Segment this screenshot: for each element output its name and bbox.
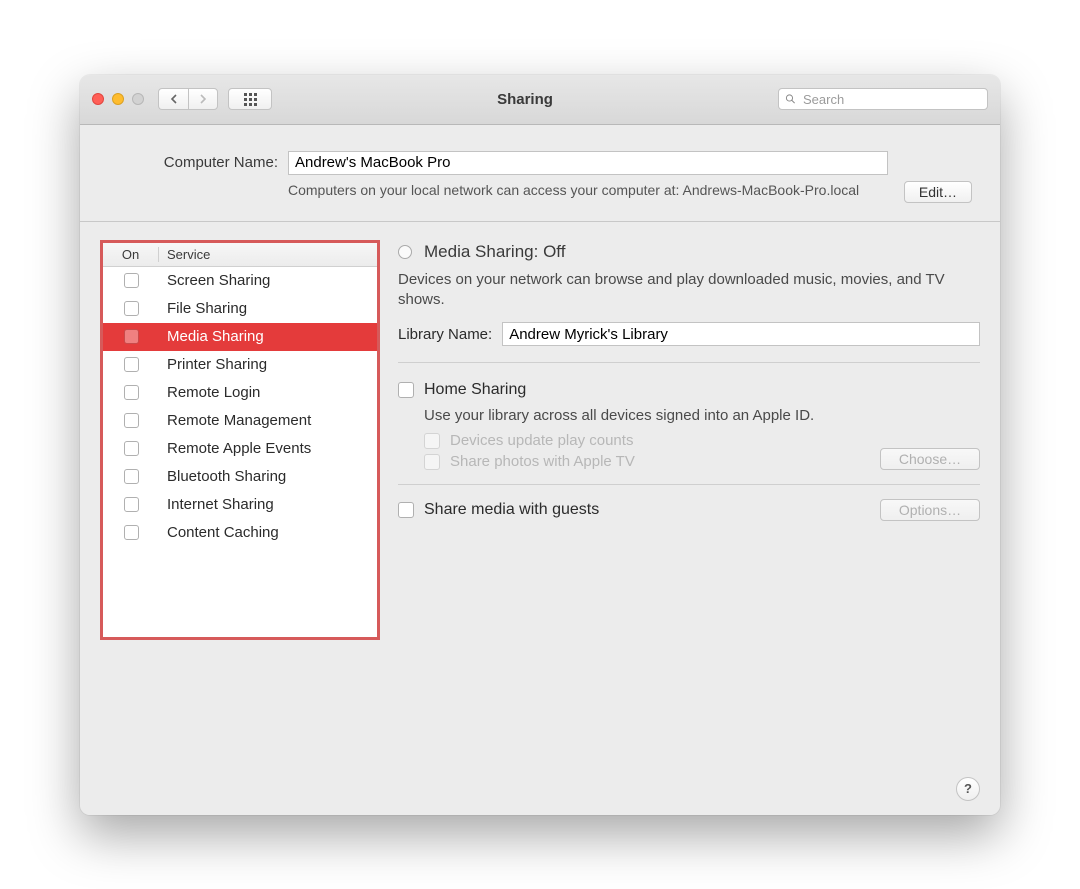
checkbox[interactable] <box>124 385 139 400</box>
home-sharing-label: Home Sharing <box>424 381 526 399</box>
service-remote-management[interactable]: Remote Management <box>103 407 377 435</box>
separator <box>398 362 980 363</box>
choose-button: Choose… <box>880 448 980 470</box>
service-internet-sharing[interactable]: Internet Sharing <box>103 491 377 519</box>
checkbox[interactable] <box>124 329 139 344</box>
sharing-body: On Service Screen Sharing File Sharing M… <box>80 222 1000 815</box>
home-sharing-checkbox[interactable] <box>398 382 414 398</box>
share-guests-label: Share media with guests <box>424 501 599 519</box>
help-button[interactable]: ? <box>956 777 980 801</box>
forward-button[interactable] <box>188 88 218 110</box>
library-name-input[interactable] <box>502 322 980 346</box>
show-all-button[interactable] <box>228 88 272 110</box>
computer-name-label: Computer Name: <box>108 154 278 171</box>
computer-name-description: Computers on your local network can acce… <box>288 181 884 200</box>
computer-name-input[interactable] <box>288 151 888 175</box>
status-description: Devices on your network can browse and p… <box>398 270 980 311</box>
column-service: Service <box>159 247 210 262</box>
services-table: On Service Screen Sharing File Sharing M… <box>100 240 380 640</box>
service-content-caching[interactable]: Content Caching <box>103 519 377 547</box>
search-input[interactable] <box>801 91 981 108</box>
service-media-sharing[interactable]: Media Sharing <box>103 323 377 351</box>
play-counts-label: Devices update play counts <box>450 432 633 449</box>
service-label: Media Sharing <box>159 328 264 345</box>
service-label: Content Caching <box>159 524 279 541</box>
minimize-window-icon[interactable] <box>112 93 124 105</box>
search-field[interactable] <box>778 88 988 110</box>
service-bluetooth-sharing[interactable]: Bluetooth Sharing <box>103 463 377 491</box>
separator <box>398 484 980 485</box>
service-label: Bluetooth Sharing <box>159 468 286 485</box>
services-header: On Service <box>103 243 377 267</box>
search-icon <box>785 93 796 105</box>
service-printer-sharing[interactable]: Printer Sharing <box>103 351 377 379</box>
grid-icon <box>244 93 257 106</box>
sharing-preferences-window: Sharing Computer Name: Computers on your… <box>80 75 1000 815</box>
chevron-left-icon <box>169 94 179 104</box>
service-file-sharing[interactable]: File Sharing <box>103 295 377 323</box>
checkbox[interactable] <box>124 301 139 316</box>
checkbox[interactable] <box>124 469 139 484</box>
nav-buttons <box>158 88 218 110</box>
service-label: Remote Apple Events <box>159 440 311 457</box>
options-button: Options… <box>880 499 980 521</box>
service-label: Remote Management <box>159 412 311 429</box>
service-label: File Sharing <box>159 300 247 317</box>
checkbox[interactable] <box>124 441 139 456</box>
chevron-right-icon <box>198 94 208 104</box>
services-list: Screen Sharing File Sharing Media Sharin… <box>103 267 377 637</box>
checkbox[interactable] <box>124 497 139 512</box>
column-on: On <box>103 247 159 262</box>
titlebar: Sharing <box>80 75 1000 125</box>
service-label: Internet Sharing <box>159 496 274 513</box>
back-button[interactable] <box>158 88 188 110</box>
library-name-label: Library Name: <box>398 326 492 343</box>
service-screen-sharing[interactable]: Screen Sharing <box>103 267 377 295</box>
zoom-window-icon <box>132 93 144 105</box>
checkbox[interactable] <box>124 357 139 372</box>
service-label: Remote Login <box>159 384 260 401</box>
status-indicator-icon <box>398 245 412 259</box>
service-label: Printer Sharing <box>159 356 267 373</box>
play-counts-checkbox <box>424 433 440 449</box>
close-window-icon[interactable] <box>92 93 104 105</box>
service-remote-login[interactable]: Remote Login <box>103 379 377 407</box>
checkbox[interactable] <box>124 525 139 540</box>
service-remote-apple-events[interactable]: Remote Apple Events <box>103 435 377 463</box>
service-label: Screen Sharing <box>159 272 270 289</box>
computer-name-section: Computer Name: Computers on your local n… <box>80 125 1000 222</box>
share-guests-checkbox[interactable] <box>398 502 414 518</box>
service-details: Media Sharing: Off Devices on your netwo… <box>398 240 980 795</box>
edit-hostname-button[interactable]: Edit… <box>904 181 972 203</box>
status-label: Media Sharing: Off <box>424 242 565 262</box>
checkbox[interactable] <box>124 413 139 428</box>
window-title: Sharing <box>282 91 768 108</box>
checkbox[interactable] <box>124 273 139 288</box>
home-sharing-description: Use your library across all devices sign… <box>424 407 814 424</box>
window-controls <box>92 93 144 105</box>
